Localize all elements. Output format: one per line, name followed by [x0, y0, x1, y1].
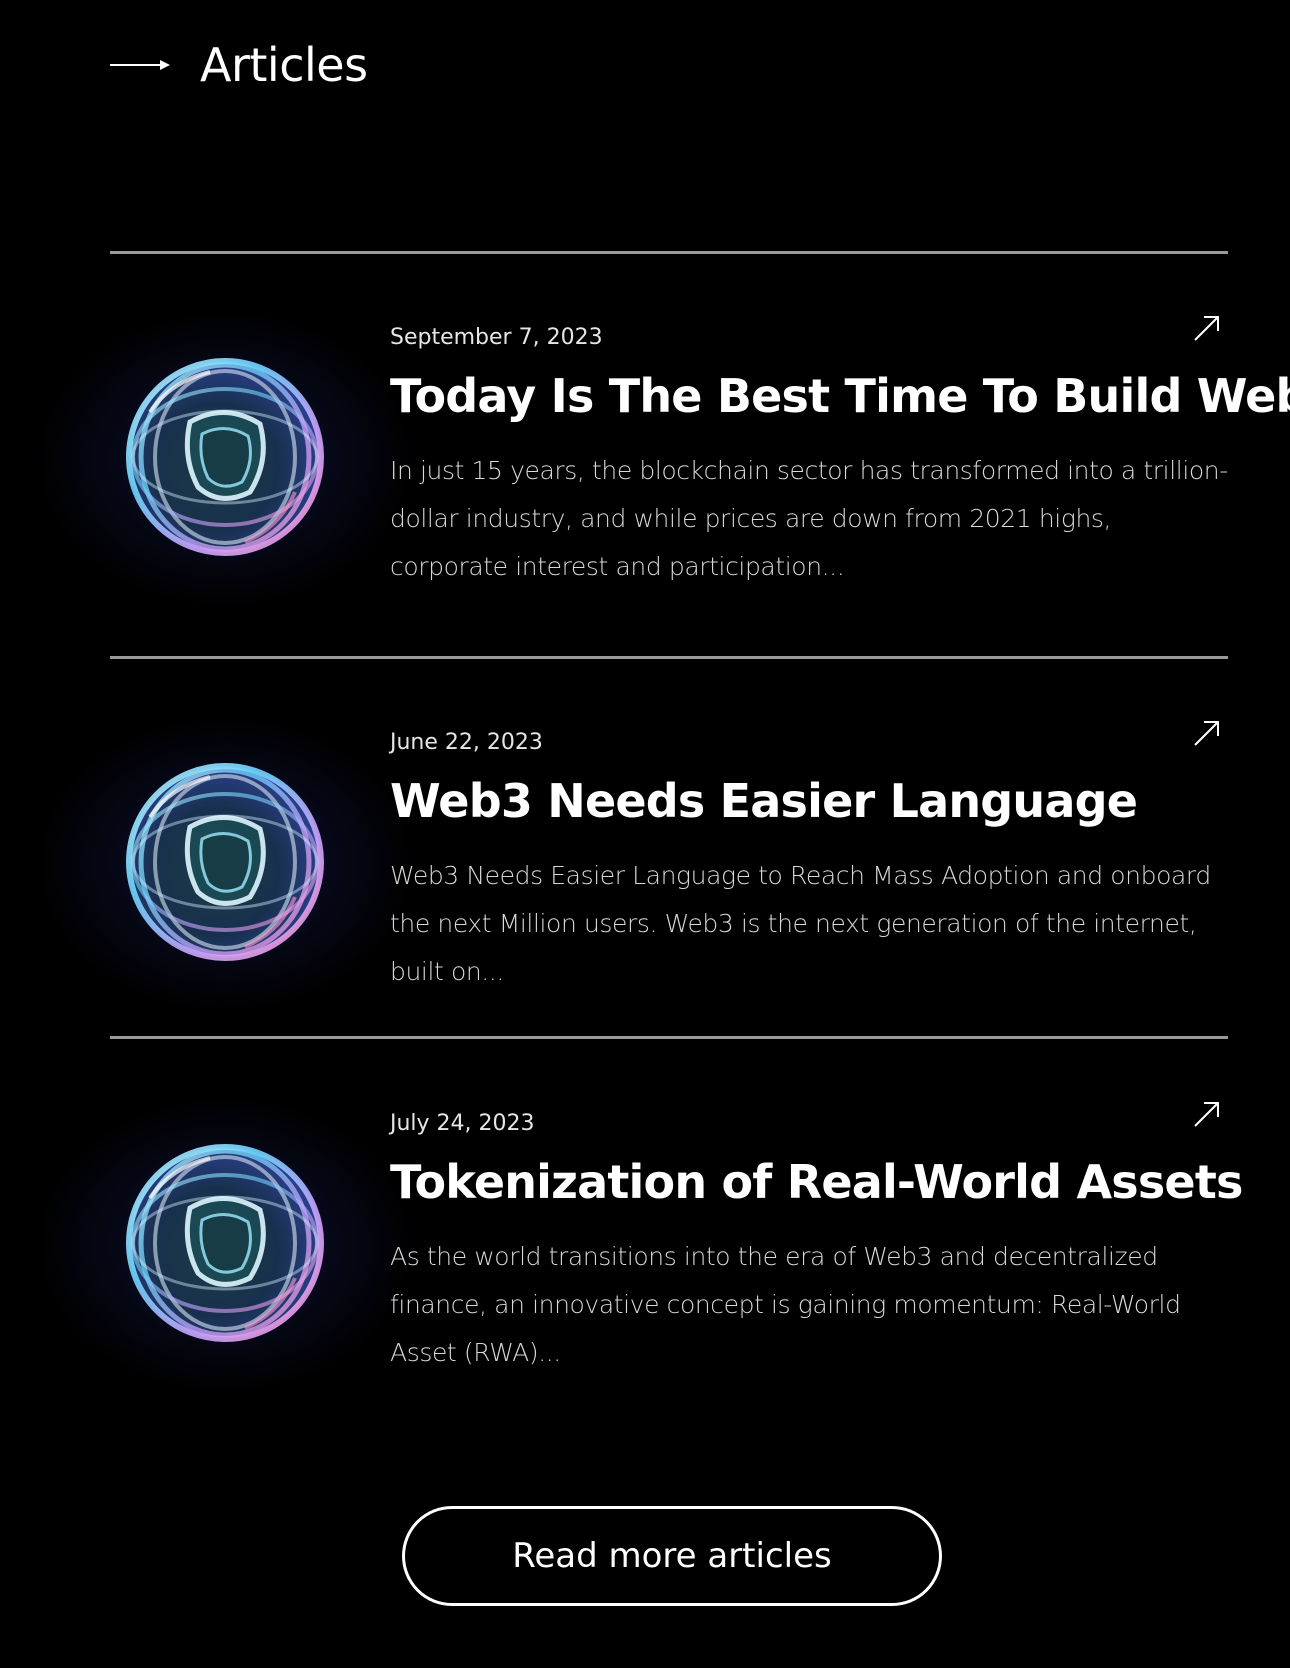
- article-title[interactable]: Tokenization of Real-World Assets: [390, 1155, 1243, 1209]
- article-date: June 22, 2023: [390, 730, 543, 755]
- arrow-up-right-icon[interactable]: [1192, 313, 1222, 343]
- article-card[interactable]: September 7, 2023 Today Is The Best Time…: [0, 309, 1290, 607]
- glass-orb-image: [110, 747, 340, 977]
- divider: [110, 656, 1228, 659]
- article-title[interactable]: Today Is The Best Time To Build Web3: [390, 369, 1290, 423]
- divider: [110, 251, 1228, 254]
- arrow-right-icon: [110, 60, 170, 70]
- article-date: September 7, 2023: [390, 325, 603, 350]
- article-excerpt: In just 15 years, the blockchain sector …: [390, 456, 1228, 581]
- article-card[interactable]: June 22, 2023 Web3 Needs Easier Language…: [0, 714, 1290, 1012]
- arrow-up-right-icon[interactable]: [1192, 718, 1222, 748]
- article-date: July 24, 2023: [390, 1111, 535, 1136]
- glass-orb-image: [110, 342, 340, 572]
- article-card[interactable]: July 24, 2023 Tokenization of Real-World…: [0, 1095, 1290, 1393]
- read-more-articles-button[interactable]: Read more articles: [402, 1506, 942, 1606]
- article-excerpt: As the world transitions into the era of…: [390, 1242, 1181, 1367]
- article-title[interactable]: Web3 Needs Easier Language: [390, 774, 1240, 828]
- glass-orb-image: [110, 1128, 340, 1358]
- divider: [110, 1036, 1228, 1039]
- arrow-up-right-icon[interactable]: [1192, 1099, 1222, 1129]
- article-excerpt: Web3 Needs Easier Language to Reach Mass…: [390, 861, 1211, 986]
- section-header: Articles: [110, 30, 368, 100]
- section-title: Articles: [200, 38, 368, 92]
